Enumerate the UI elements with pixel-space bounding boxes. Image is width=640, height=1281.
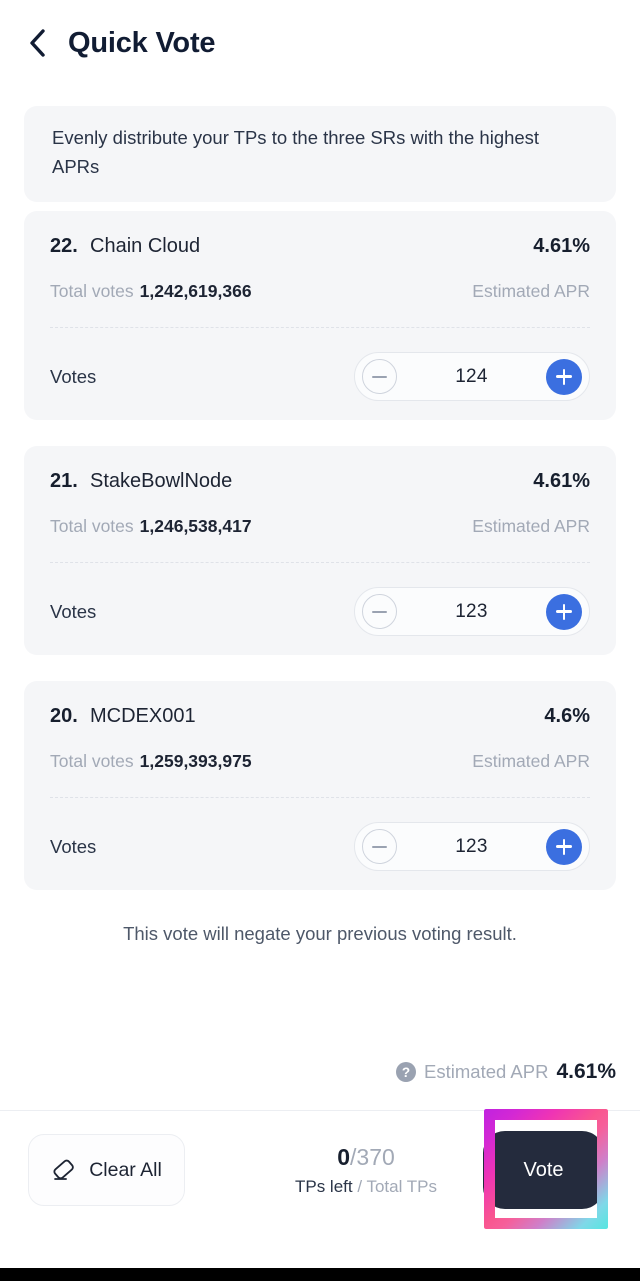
info-banner-text: Evenly distribute your TPs to the three … bbox=[52, 127, 540, 177]
total-votes-value: 1,246,538,417 bbox=[139, 516, 252, 536]
total-votes-value: 1,259,393,975 bbox=[139, 751, 252, 771]
sr-name: MCDEX001 bbox=[90, 705, 196, 727]
tps-numbers: 0/370 bbox=[264, 1143, 468, 1171]
tps-caption-left: TPs left bbox=[294, 1177, 353, 1196]
sr-card-list: 22. Chain Cloud 4.61% Total votes 1,242,… bbox=[24, 211, 616, 916]
sr-name: StakeBowlNode bbox=[90, 470, 233, 492]
negate-note: This vote will negate your previous voti… bbox=[123, 923, 517, 944]
estimated-apr-label: Estimated APR bbox=[472, 516, 590, 536]
page-title: Quick Vote bbox=[68, 26, 216, 59]
tps-caption-right: / Total TPs bbox=[352, 1177, 438, 1196]
vote-button[interactable]: Vote bbox=[483, 1131, 604, 1209]
info-banner: Evenly distribute your TPs to the three … bbox=[24, 106, 616, 202]
total-votes-value: 1,242,619,366 bbox=[139, 281, 252, 301]
votes-stepper[interactable]: 123 bbox=[354, 587, 590, 636]
sr-card-header: 22. Chain Cloud 4.61% bbox=[50, 235, 590, 258]
system-navigation-bar bbox=[0, 1268, 640, 1281]
sr-rank: 21. bbox=[50, 470, 78, 492]
sr-card[interactable]: 20. MCDEX001 4.6% Total votes 1,259,393,… bbox=[24, 681, 616, 890]
tps-total-value: /370 bbox=[350, 1144, 395, 1170]
sr-card-header: 20. MCDEX001 4.6% bbox=[50, 705, 590, 728]
plus-icon-vertical bbox=[562, 838, 566, 855]
increment-votes-button[interactable] bbox=[546, 828, 582, 865]
sr-card[interactable]: 21. StakeBowlNode 4.61% Total votes 1,24… bbox=[24, 446, 616, 655]
decrement-votes-button[interactable] bbox=[362, 829, 397, 864]
estimated-apr-summary-value: 4.61% bbox=[556, 1060, 616, 1083]
card-divider bbox=[50, 562, 590, 563]
votes-input[interactable]: 124 bbox=[397, 366, 546, 388]
sr-rank: 20. bbox=[50, 705, 78, 727]
sr-apr-value: 4.61% bbox=[533, 470, 590, 492]
sr-card-vote-row: Votes 123 bbox=[50, 587, 590, 636]
quick-vote-screen: Quick Vote Evenly distribute your TPs to… bbox=[0, 0, 640, 1281]
tps-left-value: 0 bbox=[337, 1144, 351, 1170]
tps-caption: TPs left / Total TPs bbox=[264, 1177, 468, 1197]
votes-input[interactable]: 123 bbox=[397, 836, 546, 858]
sr-apr-value: 4.61% bbox=[533, 235, 590, 257]
tps-counter: 0/370 TPs left / Total TPs bbox=[264, 1143, 468, 1197]
sr-card-subheader: Total votes 1,246,538,417 Estimated APR bbox=[50, 516, 590, 537]
total-votes-label: Total votes bbox=[50, 281, 134, 301]
estimated-apr-label: Estimated APR bbox=[472, 281, 590, 301]
minus-icon bbox=[372, 845, 387, 848]
estimated-apr-summary-label: Estimated APR bbox=[424, 1061, 549, 1082]
decrement-votes-button[interactable] bbox=[362, 594, 397, 629]
increment-votes-button[interactable] bbox=[546, 593, 582, 630]
eraser-icon bbox=[53, 1159, 74, 1180]
sr-apr-value: 4.6% bbox=[544, 705, 590, 727]
plus-icon-vertical bbox=[562, 603, 566, 620]
sr-rank: 22. bbox=[50, 235, 78, 257]
votes-stepper[interactable]: 124 bbox=[354, 352, 590, 401]
card-divider bbox=[50, 327, 590, 328]
votes-label: Votes bbox=[50, 365, 97, 387]
votes-label: Votes bbox=[50, 600, 97, 622]
sr-card[interactable]: 22. Chain Cloud 4.61% Total votes 1,242,… bbox=[24, 211, 616, 420]
app-header: Quick Vote bbox=[0, 0, 640, 86]
increment-votes-button[interactable] bbox=[546, 358, 582, 395]
card-divider bbox=[50, 797, 590, 798]
vote-button-label: Vote bbox=[523, 1158, 564, 1181]
sr-name: Chain Cloud bbox=[90, 235, 201, 257]
sr-card-header: 21. StakeBowlNode 4.61% bbox=[50, 470, 590, 493]
sr-card-subheader: Total votes 1,259,393,975 Estimated APR bbox=[50, 751, 590, 772]
minus-icon bbox=[372, 610, 387, 613]
votes-input[interactable]: 123 bbox=[397, 601, 546, 623]
decrement-votes-button[interactable] bbox=[362, 359, 397, 394]
total-votes-label: Total votes bbox=[50, 751, 134, 771]
minus-icon bbox=[372, 375, 387, 378]
plus-icon-vertical bbox=[562, 368, 566, 385]
question-mark-circle-icon[interactable]: ? bbox=[396, 1062, 417, 1082]
back-button[interactable] bbox=[18, 23, 56, 63]
clear-all-label: Clear All bbox=[89, 1158, 162, 1181]
total-votes-label: Total votes bbox=[50, 516, 134, 536]
sr-card-vote-row: Votes 123 bbox=[50, 822, 590, 871]
sr-card-subheader: Total votes 1,242,619,366 Estimated APR bbox=[50, 281, 590, 302]
estimated-apr-label: Estimated APR bbox=[472, 751, 590, 771]
bottom-action-bar: Clear All 0/370 TPs left / Total TPs Vot… bbox=[0, 1111, 640, 1269]
votes-label: Votes bbox=[50, 835, 97, 857]
chevron-left-icon bbox=[30, 29, 45, 57]
estimated-apr-summary: ? Estimated APR 4.61% bbox=[396, 1060, 616, 1084]
clear-all-button[interactable]: Clear All bbox=[28, 1134, 185, 1206]
votes-stepper[interactable]: 123 bbox=[354, 822, 590, 871]
sr-card-vote-row: Votes 124 bbox=[50, 352, 590, 401]
